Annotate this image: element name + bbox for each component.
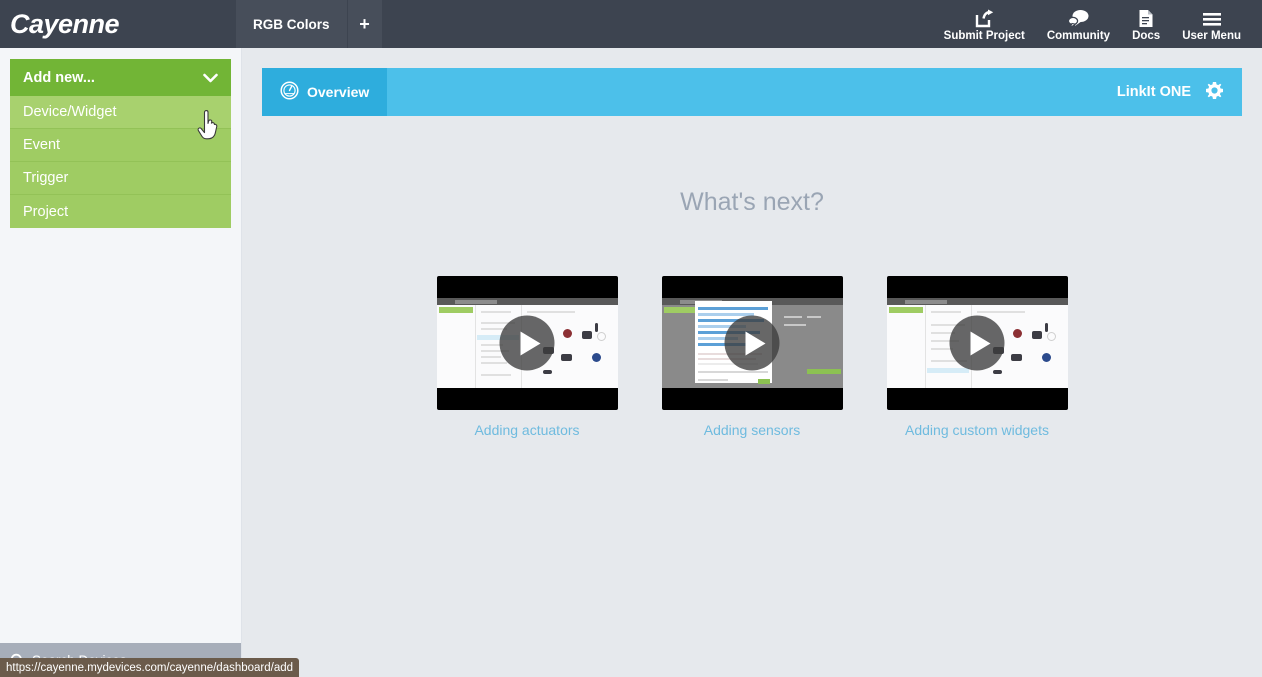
tab-label: RGB Colors — [253, 16, 330, 32]
share-icon — [975, 7, 994, 28]
logo-area[interactable]: Cayenne — [0, 0, 236, 48]
gear-icon[interactable] — [1205, 81, 1224, 104]
chat-bubbles-icon — [1067, 7, 1089, 28]
play-icon[interactable] — [724, 315, 780, 371]
dropdown-item-label: Project — [23, 203, 69, 220]
plus-icon: + — [359, 13, 370, 34]
docs-button[interactable]: Docs — [1121, 0, 1171, 48]
sidebar: Add new... Device/Widget Event Trigger P… — [0, 48, 242, 677]
user-menu-label: User Menu — [1182, 29, 1241, 42]
status-bar-url: https://cayenne.mydevices.com/cayenne/da… — [6, 661, 294, 674]
video-thumbnail[interactable] — [886, 276, 1068, 410]
video-thumbnail[interactable] — [436, 276, 618, 410]
add-new-dropdown: Add new... Device/Widget Event Trigger P… — [10, 59, 231, 228]
app-logo: Cayenne — [10, 8, 120, 39]
video-thumbnail[interactable] — [661, 276, 843, 410]
panel-header-right: LinkIt ONE — [1117, 68, 1242, 116]
community-button[interactable]: Community — [1036, 0, 1121, 48]
dropdown-item-device-widget[interactable]: Device/Widget — [10, 96, 231, 129]
add-tab-button[interactable]: + — [347, 0, 382, 48]
main-content: Overview LinkIt ONE What's next? Adding … — [242, 48, 1262, 677]
hamburger-icon — [1202, 7, 1222, 28]
device-name: LinkIt ONE — [1116, 84, 1191, 100]
chevron-down-icon — [203, 73, 218, 83]
dropdown-item-trigger[interactable]: Trigger — [10, 162, 231, 195]
tab-overview-label: Overview — [307, 84, 370, 100]
video-card-adding-sensors[interactable]: Adding sensors — [661, 276, 843, 438]
tab-overview[interactable]: Overview — [262, 68, 388, 116]
whats-next-heading: What's next? — [680, 188, 824, 216]
community-label: Community — [1046, 29, 1111, 42]
play-icon[interactable] — [949, 315, 1005, 371]
video-card-label[interactable]: Adding sensors — [662, 422, 843, 438]
topbar-actions: Submit Project Community Docs User Menu — [933, 0, 1262, 48]
status-bar: https://cayenne.mydevices.com/cayenne/da… — [0, 658, 300, 677]
tab-rgb-colors[interactable]: RGB Colors — [236, 0, 348, 48]
dropdown-item-label: Event — [23, 137, 61, 153]
panel-header-spacer — [387, 68, 1117, 116]
video-card-adding-actuators[interactable]: Adding actuators — [436, 276, 618, 438]
submit-project-button[interactable]: Submit Project — [933, 0, 1036, 48]
add-new-label: Add new... — [23, 69, 95, 86]
panel-header: Overview LinkIt ONE — [262, 68, 1242, 116]
user-menu-button[interactable]: User Menu — [1171, 0, 1252, 48]
add-new-dropdown-toggle[interactable]: Add new... — [10, 59, 231, 96]
video-card-label[interactable]: Adding custom widgets — [887, 422, 1068, 438]
whats-next-cards: Adding actuators Adding sensors Adding c… — [242, 276, 1262, 438]
video-card-label[interactable]: Adding actuators — [437, 422, 618, 438]
dropdown-item-label: Trigger — [23, 170, 69, 186]
document-icon — [1138, 7, 1154, 28]
dashboard-tabs: RGB Colors + — [236, 0, 382, 48]
dropdown-item-event[interactable]: Event — [10, 129, 231, 162]
play-icon[interactable] — [499, 315, 555, 371]
dropdown-item-label: Device/Widget — [23, 104, 117, 120]
video-card-adding-custom-widgets[interactable]: Adding custom widgets — [886, 276, 1068, 438]
docs-label: Docs — [1132, 29, 1161, 42]
dropdown-item-project[interactable]: Project — [10, 195, 231, 228]
top-bar: Cayenne RGB Colors + Submit Project Comm… — [0, 0, 1262, 48]
submit-project-label: Submit Project — [943, 29, 1025, 42]
gauge-icon — [280, 81, 299, 103]
